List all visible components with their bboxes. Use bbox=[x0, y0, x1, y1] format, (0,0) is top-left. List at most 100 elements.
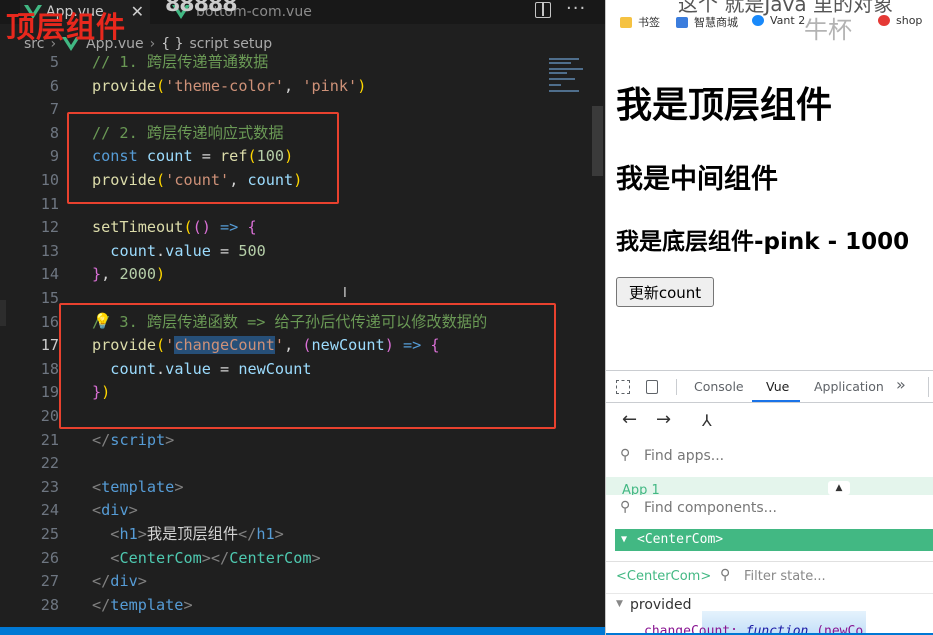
vant-icon bbox=[752, 15, 764, 26]
code-token: // 1. 跨层传递普通数据 bbox=[92, 53, 269, 71]
inspect-element-icon[interactable] bbox=[616, 380, 630, 394]
line-number: 28 bbox=[40, 595, 59, 614]
tab-application[interactable]: Application bbox=[814, 379, 884, 394]
code-token: => bbox=[210, 218, 248, 237]
code-line[interactable]: 24 <div> bbox=[0, 498, 590, 522]
line-number: 16 bbox=[40, 312, 59, 331]
code-text: }, 2000) bbox=[92, 262, 165, 286]
code-line[interactable]: 21 </script> bbox=[0, 428, 590, 452]
component-tree-icon[interactable]: ⅄ bbox=[702, 411, 712, 430]
code-text: </script> bbox=[92, 428, 174, 452]
code-token: 'theme-color' bbox=[165, 76, 285, 95]
gutter-marker bbox=[0, 300, 6, 326]
code-line[interactable]: 13 count.value = 500 bbox=[0, 239, 590, 263]
text-cursor-icon: I bbox=[343, 286, 347, 301]
editor-scrollbar[interactable] bbox=[590, 56, 605, 635]
device-toolbar-icon[interactable] bbox=[646, 380, 658, 394]
code-line[interactable]: 26 <CenterCom></CenterCom> bbox=[0, 546, 590, 570]
code-line[interactable]: 14}, 2000) bbox=[0, 262, 590, 286]
provided-label: provided bbox=[630, 597, 692, 613]
code-line[interactable]: 12 setTimeout(() => { bbox=[0, 215, 590, 239]
more-tabs-icon[interactable]: » bbox=[896, 375, 906, 394]
code-token: </ bbox=[92, 572, 111, 591]
code-token: > bbox=[165, 430, 175, 449]
code-text: setTimeout(() => { bbox=[92, 215, 257, 239]
filter-state-input[interactable]: Filter state... bbox=[744, 569, 826, 584]
code-token: count bbox=[110, 241, 157, 260]
code-token: 2000 bbox=[119, 265, 157, 284]
code-token: , bbox=[284, 76, 303, 95]
close-icon[interactable]: ✕ bbox=[131, 2, 144, 21]
code-token: CenterCom bbox=[119, 548, 202, 567]
code-token: 'pink' bbox=[302, 76, 358, 95]
code-text: <h1>我是顶层组件</h1> bbox=[92, 522, 284, 546]
line-number: 27 bbox=[40, 572, 59, 591]
bookmark-shop[interactable]: shop bbox=[878, 14, 922, 27]
chevron-up-icon[interactable]: ▲ bbox=[828, 481, 850, 495]
back-arrow-icon[interactable]: ← bbox=[622, 409, 637, 430]
expand-triangle-icon[interactable]: ▼ bbox=[616, 599, 623, 609]
line-number: 8 bbox=[49, 123, 59, 142]
code-token: ></ bbox=[201, 548, 230, 567]
code-token: . bbox=[156, 241, 166, 260]
line-number: 10 bbox=[40, 171, 59, 189]
code-line[interactable]: 28 </template> bbox=[0, 593, 590, 617]
scrollbar-thumb[interactable] bbox=[592, 106, 603, 176]
code-text: <template> bbox=[92, 475, 183, 499]
line-number: 21 bbox=[40, 430, 59, 449]
code-token: setTimeout bbox=[92, 218, 184, 237]
code-text: count.value = 500 bbox=[92, 239, 265, 263]
update-count-button[interactable]: 更新count bbox=[616, 277, 714, 307]
bookmark-folder[interactable]: 书签 bbox=[620, 14, 660, 30]
more-actions-icon[interactable]: ··· bbox=[566, 0, 586, 19]
bookmark-smart-mall[interactable]: 智慧商城 bbox=[676, 14, 738, 30]
code-editor[interactable]: App.vue ✕ bottom-com.vue 88888 ··· 顶层组件 … bbox=[0, 0, 605, 635]
code-line[interactable]: 27 </div> bbox=[0, 569, 590, 593]
code-line[interactable]: 5 // 1. 跨层传递普通数据 bbox=[0, 50, 590, 74]
line-number: 7 bbox=[49, 100, 59, 119]
line-number: 15 bbox=[40, 289, 59, 307]
code-token: , bbox=[101, 265, 120, 284]
code-token: provide bbox=[92, 76, 157, 95]
devtools-panel: Console Vue Application » ← → ⅄ ⚲ Find a… bbox=[606, 370, 933, 635]
lightbulb-icon[interactable]: 💡 bbox=[93, 312, 112, 330]
bookmark-vant[interactable]: Vant 2 bbox=[752, 14, 805, 27]
minimap[interactable] bbox=[545, 56, 589, 96]
forward-arrow-icon[interactable]: → bbox=[656, 409, 671, 430]
component-tree-item-centercom[interactable]: ▼ <CenterCom> bbox=[615, 529, 933, 551]
code-token: > bbox=[274, 525, 284, 543]
code-token: template bbox=[110, 595, 184, 614]
active-tab-indicator bbox=[752, 400, 800, 402]
code-line[interactable]: 22 bbox=[0, 451, 590, 475]
find-components-placeholder: Find components... bbox=[644, 500, 777, 516]
devtools-tab-bar: Console Vue Application » bbox=[606, 371, 933, 403]
code-text: </template> bbox=[92, 593, 193, 617]
find-apps-placeholder: Find apps... bbox=[644, 448, 725, 464]
find-components-input[interactable]: ⚲ Find components... bbox=[606, 495, 933, 523]
line-number: 12 bbox=[40, 218, 59, 237]
code-line[interactable]: 6 provide('theme-color', 'pink') bbox=[0, 74, 590, 98]
split-editor-icon[interactable] bbox=[535, 2, 551, 18]
vue-devtools-nav: ← → ⅄ bbox=[606, 405, 933, 439]
line-number: 20 bbox=[40, 407, 59, 425]
code-token: > bbox=[128, 501, 138, 520]
search-icon: ⚲ bbox=[620, 447, 631, 463]
code-line[interactable]: 25 <h1>我是顶层组件</h1> bbox=[0, 522, 590, 546]
inspected-component-name: <CenterCom> bbox=[616, 569, 712, 584]
bookmark-label: Vant 2 bbox=[770, 14, 806, 27]
code-token: < bbox=[92, 477, 102, 496]
heading-top-component: 我是顶层组件 bbox=[616, 85, 833, 126]
tab-vue[interactable]: Vue bbox=[766, 379, 789, 394]
code-line[interactable]: 23 <template> bbox=[0, 475, 590, 499]
expand-triangle-icon[interactable]: ▼ bbox=[621, 529, 627, 551]
find-apps-input[interactable]: ⚲ Find apps... bbox=[606, 443, 933, 471]
tab-console[interactable]: Console bbox=[694, 379, 744, 394]
line-number: 6 bbox=[49, 76, 59, 95]
code-text: </div> bbox=[92, 569, 147, 593]
folder-icon bbox=[620, 16, 632, 28]
line-number: 19 bbox=[40, 383, 59, 402]
code-token: { bbox=[247, 218, 257, 237]
code-token: </ bbox=[92, 595, 111, 614]
bookmarks-bar: 这个 就是Java 里的对象 书签 智慧商城 Vant 2 shop 牛杯 bbox=[606, 0, 933, 44]
